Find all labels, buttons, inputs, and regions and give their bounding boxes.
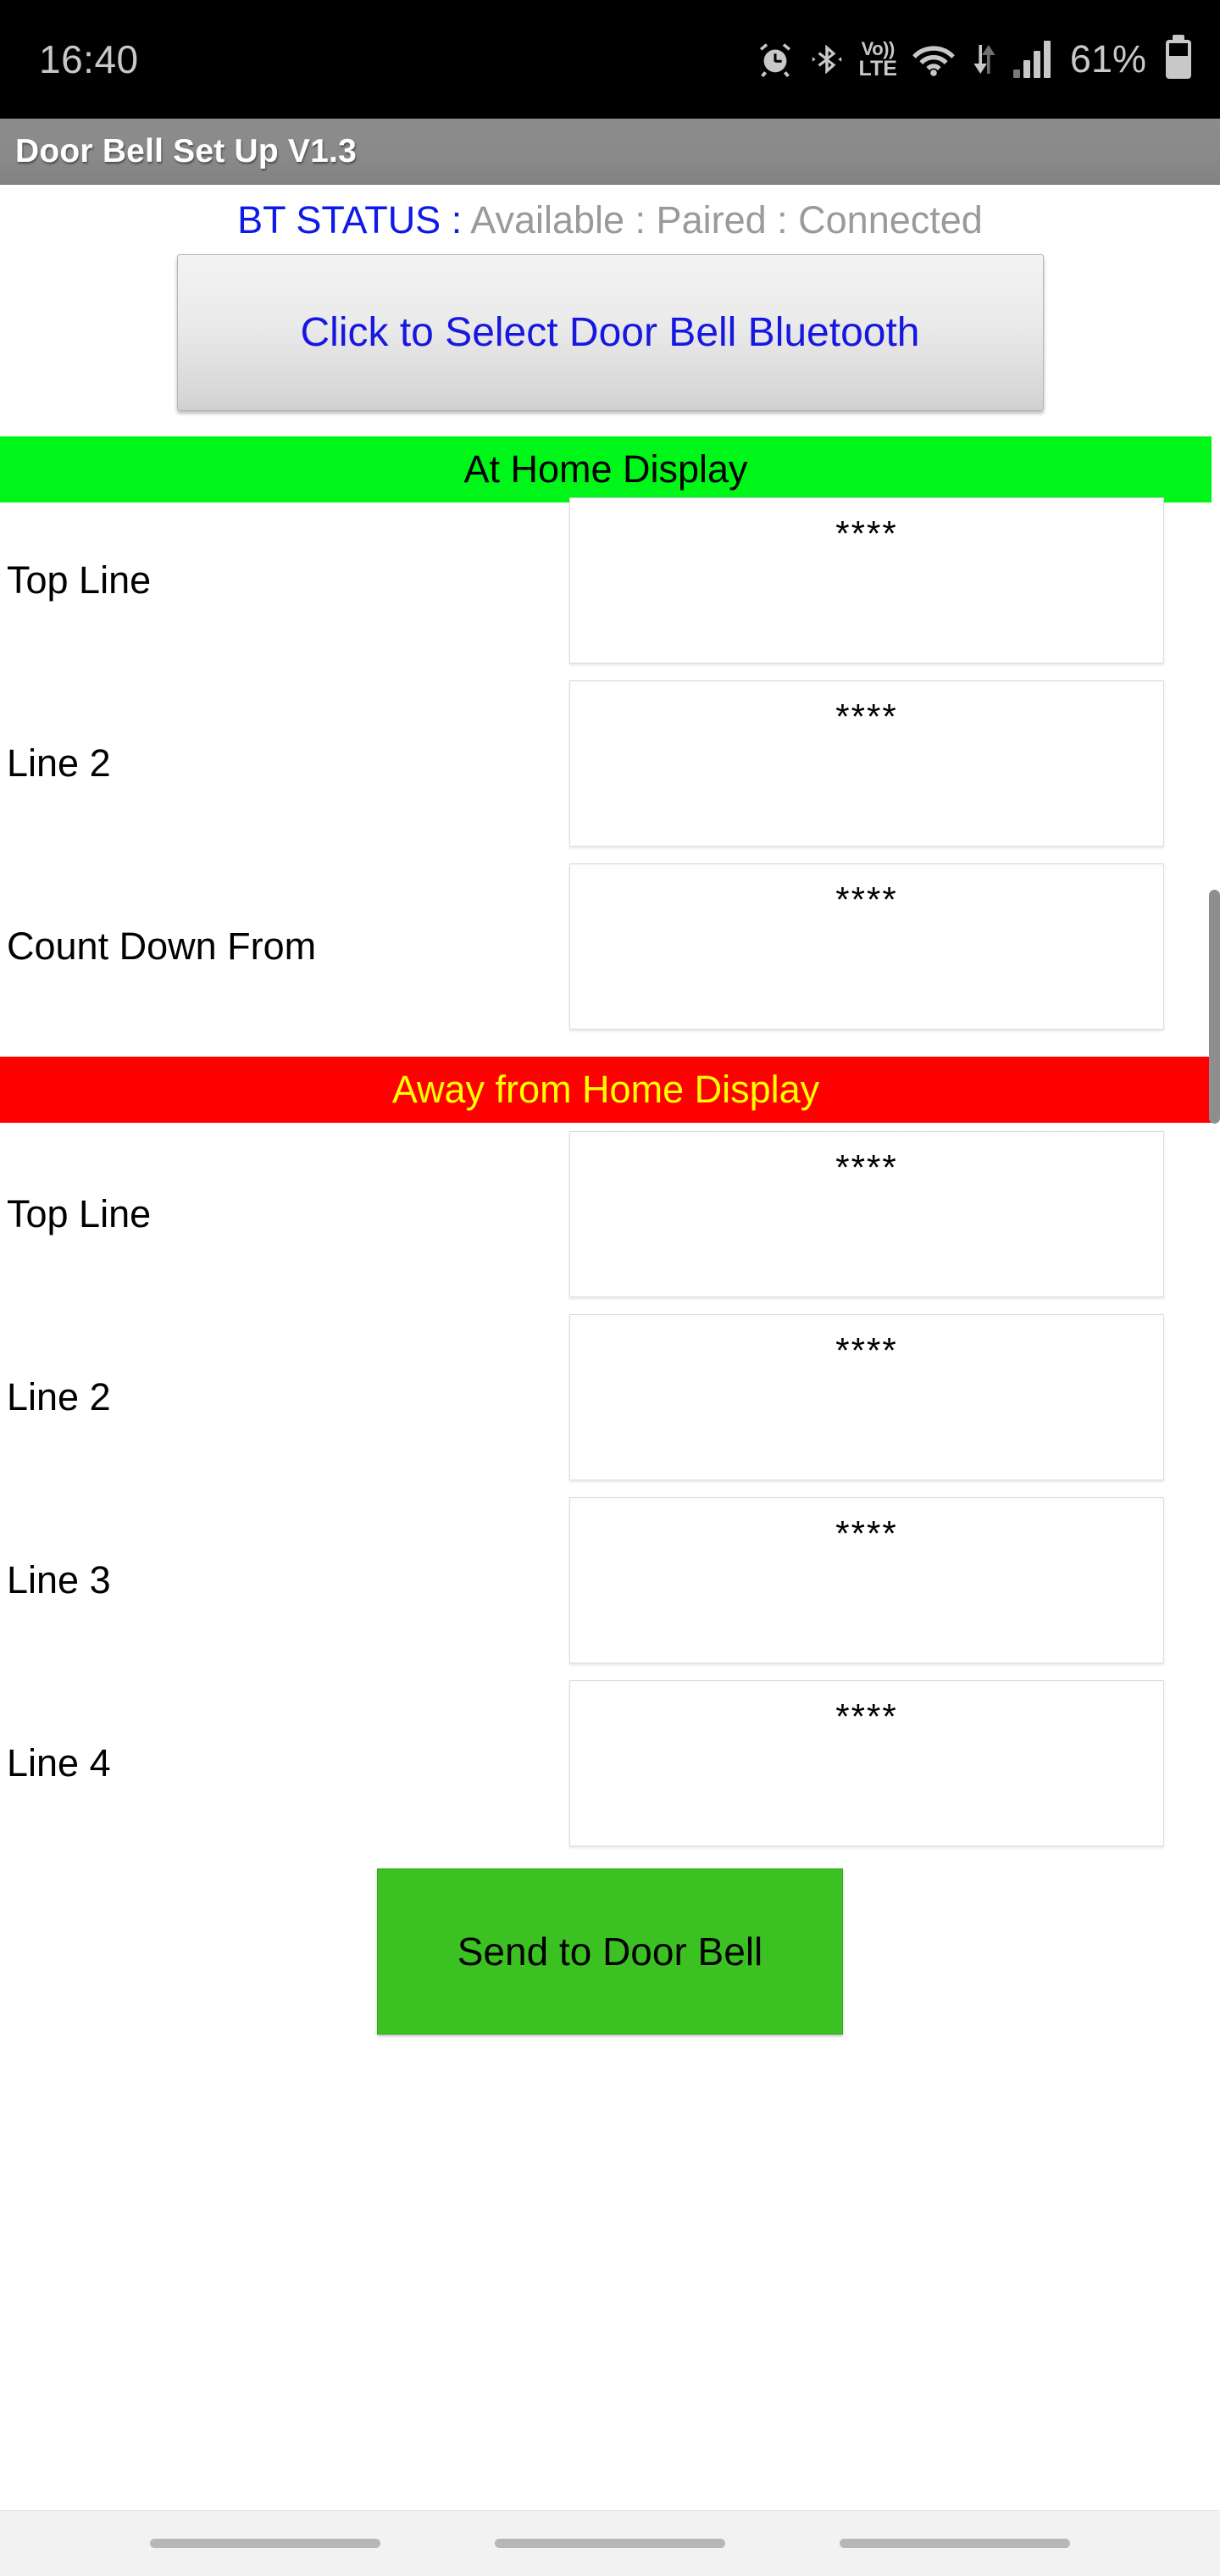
field-label-line-4: Line 4 (7, 1741, 111, 1785)
send-to-door-bell-button[interactable]: Send to Door Bell (377, 1868, 843, 2035)
field-row: Top Line **** (0, 1123, 1220, 1306)
signal-icon (1012, 41, 1051, 78)
system-navigation-bar (0, 2510, 1220, 2576)
nav-home-button[interactable] (494, 2539, 725, 2548)
nav-back-button[interactable] (839, 2539, 1070, 2548)
bluetooth-status-line: BT STATUS : Available : Paired : Connect… (0, 185, 1220, 247)
status-bar-icons: Vo)) LTE 61% (756, 37, 1191, 81)
bluetooth-status-label: BT STATUS : (237, 198, 463, 242)
app-screen: 16:40 Vo)) LTE 61% Door Bell Set Up V1.3… (0, 0, 1220, 2576)
app-title: Door Bell Set Up V1.3 (15, 132, 357, 169)
app-title-bar: Door Bell Set Up V1.3 (0, 119, 1220, 185)
away-from-home-display-banner: Away from Home Display (0, 1057, 1212, 1123)
field-label-line-2: Line 2 (7, 1375, 111, 1418)
input-at-home-count-down-from[interactable]: **** (569, 863, 1164, 1030)
vertical-scrollbar[interactable] (1209, 890, 1220, 1124)
status-bar: 16:40 Vo)) LTE 61% (0, 0, 1220, 119)
field-label-count-down-from: Count Down From (7, 924, 317, 968)
field-row: Count Down From **** (0, 855, 1220, 1038)
input-away-line-4[interactable]: **** (569, 1680, 1164, 1846)
select-bluetooth-button[interactable]: Click to Select Door Bell Bluetooth (176, 254, 1044, 411)
wifi-icon (912, 46, 955, 76)
data-transfer-icon (973, 45, 995, 74)
field-row: Line 4 **** (0, 1672, 1220, 1855)
field-label-line-3: Line 3 (7, 1558, 111, 1602)
send-button-row: Send to Door Bell (0, 1868, 1220, 2035)
field-label-line-2: Line 2 (7, 741, 111, 785)
away-from-home-fields: Top Line **** Line 2 **** Line 3 **** Li… (0, 1123, 1220, 1855)
input-away-top-line[interactable]: **** (569, 1131, 1164, 1297)
input-at-home-line-2[interactable]: **** (569, 680, 1164, 847)
bluetooth-status-value: Available : Paired : Connected (470, 198, 983, 242)
nav-recents-button[interactable] (150, 2539, 381, 2548)
field-row: Line 3 **** (0, 1489, 1220, 1672)
field-label-top-line: Top Line (7, 1192, 152, 1235)
field-row: Line 2 **** (0, 1306, 1220, 1489)
field-label-top-line: Top Line (7, 558, 152, 602)
input-away-line-3[interactable]: **** (569, 1497, 1164, 1663)
alarm-icon (759, 43, 790, 78)
input-away-line-2[interactable]: **** (569, 1314, 1164, 1480)
battery-percentage: 61% (1069, 37, 1146, 80)
select-bluetooth-button-row: Click to Select Door Bell Bluetooth (0, 247, 1220, 411)
field-row: Line 2 **** (0, 672, 1220, 855)
volte-icon: Vo)) LTE (858, 37, 897, 80)
at-home-fields: Top Line **** Line 2 **** Count Down Fro… (0, 489, 1220, 1038)
status-bar-clock: 16:40 (39, 37, 139, 81)
input-at-home-top-line[interactable]: **** (569, 497, 1164, 663)
battery-icon (1166, 40, 1191, 79)
bluetooth-icon (812, 44, 841, 75)
field-row: Top Line **** (0, 489, 1220, 672)
